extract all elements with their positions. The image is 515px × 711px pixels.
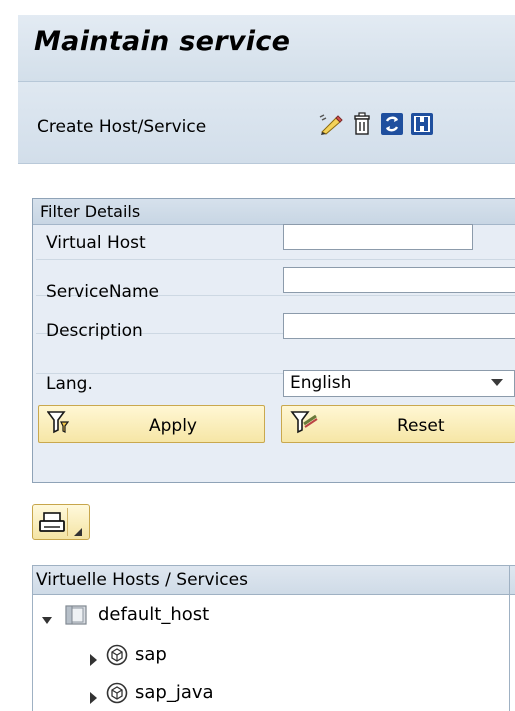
virtual-host-label: Virtual Host [46, 233, 146, 253]
service-icon [106, 644, 128, 671]
dropdown-arrow-icon[interactable] [73, 522, 83, 541]
delete-icon[interactable] [350, 112, 374, 136]
edit-icon[interactable] [317, 112, 345, 136]
chevron-down-icon[interactable] [491, 379, 503, 386]
filter-details-heading: Filter Details [40, 202, 141, 221]
service-icon [106, 682, 128, 709]
description-input[interactable] [283, 313, 515, 339]
lang-label: Lang. [46, 374, 93, 394]
lang-select[interactable]: English [283, 370, 515, 397]
expand-down-icon[interactable] [42, 610, 52, 631]
info-icon[interactable] [409, 112, 435, 136]
print-button-divider [67, 508, 68, 536]
virtual-host-input[interactable] [283, 224, 473, 250]
host-icon [64, 604, 88, 631]
lang-select-value: English [290, 373, 352, 393]
description-label: Description [46, 321, 143, 341]
service-name-input[interactable] [283, 267, 515, 293]
reset-filter-icon [290, 410, 318, 439]
expand-right-icon[interactable] [88, 688, 98, 709]
tree-item-label: sap_java [135, 682, 214, 703]
reset-label: Reset [397, 416, 445, 436]
page-title: Maintain service [34, 26, 291, 57]
printer-icon [39, 512, 65, 538]
lang-row [36, 340, 515, 374]
apply-button[interactable]: Apply [38, 405, 265, 443]
tree-item-label: default_host [98, 604, 210, 625]
tree-column-separator[interactable] [509, 565, 510, 711]
service-name-label: ServiceName [46, 282, 159, 302]
tree-item-label: sap [135, 644, 167, 665]
reset-button[interactable]: Reset [281, 405, 515, 443]
expand-right-icon[interactable] [88, 650, 98, 671]
filter-icon [46, 410, 70, 439]
print-button[interactable] [32, 504, 90, 540]
create-host-service-button[interactable]: Create Host/Service [37, 117, 206, 137]
refresh-icon[interactable] [379, 112, 405, 136]
apply-label: Apply [149, 416, 197, 436]
tree-header-label: Virtuelle Hosts / Services [36, 570, 248, 590]
